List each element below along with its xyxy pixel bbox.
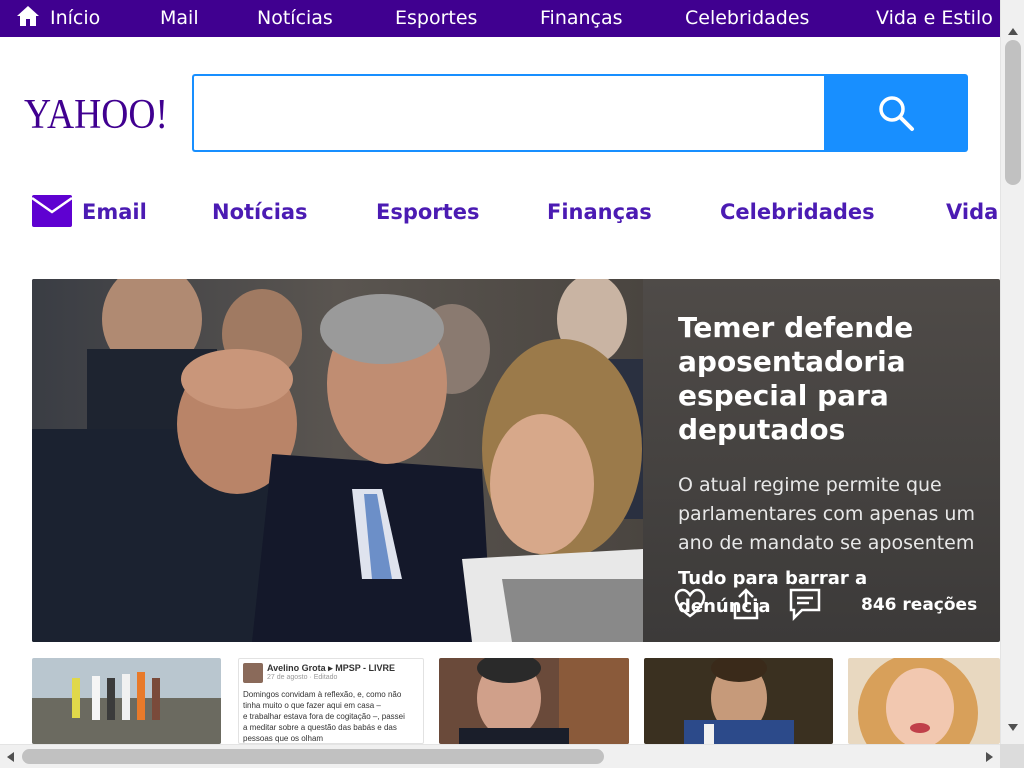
scrollbar-corner: [1000, 744, 1024, 768]
post-date: 27 de agosto · Editado: [267, 674, 338, 681]
hero-title-line: aposentadoria: [678, 345, 906, 378]
subnav-item-vida-estilo[interactable]: Vida e Estilo: [946, 190, 1000, 234]
hero-photo[interactable]: [32, 279, 643, 642]
scroll-right-arrow[interactable]: [986, 752, 993, 762]
hero-summary-line: parlamentares com apenas um: [678, 503, 975, 525]
post-body: Domingos convidam à reflexão, e, como nã…: [243, 689, 423, 743]
scroll-up-arrow[interactable]: [1008, 28, 1018, 35]
yahoo-logo[interactable]: YAHOO!: [24, 92, 170, 134]
hero-summary: O atual regime permite que parlamentares…: [678, 471, 1000, 558]
hero-text-panel: Temer defende aposentadoria especial par…: [643, 279, 1000, 642]
browser-viewport: Início Mail Notícias Esportes Finanças C…: [0, 0, 1024, 768]
home-icon[interactable]: [16, 5, 40, 27]
thumbnail-strip: Avelino Grota ▸ MPSP - LIVRE 27 de agost…: [32, 658, 1000, 744]
hero-summary-line: O atual regime permite que: [678, 474, 942, 496]
mail-icon[interactable]: [32, 195, 72, 227]
post-body-line: pessoas que os olham: [243, 734, 324, 743]
hero-title[interactable]: Temer defende aposentadoria especial par…: [678, 311, 998, 447]
thumbnail-story[interactable]: [848, 658, 1000, 744]
heart-icon[interactable]: [673, 587, 707, 621]
horizontal-scrollbar[interactable]: [0, 744, 1000, 768]
avatar: [243, 663, 263, 683]
search-input[interactable]: [194, 76, 826, 150]
hero-title-line: deputados: [678, 413, 846, 446]
scroll-down-arrow[interactable]: [1008, 724, 1018, 731]
search-icon: [879, 96, 914, 131]
share-icon[interactable]: [729, 587, 763, 621]
thumbnail-photo-group: [32, 658, 221, 744]
hero-photo-illustration: [32, 279, 643, 642]
top-nav-item-celebridades[interactable]: Celebridades: [685, 0, 809, 37]
thumbnail-photo-soccer: [644, 658, 833, 744]
thumbnail-story[interactable]: [644, 658, 833, 744]
hero-actions: 846 reações: [673, 587, 993, 623]
search-box: [192, 74, 826, 152]
subnav-item-esportes[interactable]: Esportes: [376, 190, 479, 234]
horizontal-scroll-thumb[interactable]: [22, 749, 604, 764]
post-body-line: Domingos convidam à reflexão, e, como nã…: [243, 690, 402, 699]
hero-title-line: Temer defende: [678, 311, 914, 344]
post-body-line: tinha muito o que fazer aqui em casa –: [243, 701, 381, 710]
top-nav-item-inicio[interactable]: Início: [50, 0, 100, 37]
top-nav-item-financas[interactable]: Finanças: [540, 0, 623, 37]
top-nav-item-vida-estilo[interactable]: Vida e Estilo: [876, 0, 993, 37]
top-nav-item-esportes[interactable]: Esportes: [395, 0, 477, 37]
subnav-item-email[interactable]: Email: [82, 190, 147, 234]
subnav-item-financas[interactable]: Finanças: [547, 190, 652, 234]
thumbnail-story[interactable]: [32, 658, 221, 744]
search-button[interactable]: [824, 74, 968, 152]
hero-summary-line: ano de mandato se aposentem: [678, 532, 975, 554]
thumbnail-photo-celebrity: [848, 658, 1000, 744]
post-body-line: a meditar sobre a questão das babás e da…: [243, 723, 397, 732]
top-nav-bar: Início Mail Notícias Esportes Finanças C…: [0, 0, 1000, 37]
hero-story[interactable]: Temer defende aposentadoria especial par…: [32, 279, 1000, 642]
subnav-item-noticias[interactable]: Notícias: [212, 190, 308, 234]
comment-icon[interactable]: [788, 587, 822, 621]
vertical-scrollbar[interactable]: [1000, 0, 1024, 744]
yahoo-logo-text: YAHOO!: [24, 92, 168, 134]
thumbnail-photo-politician: [439, 658, 629, 744]
reactions-count[interactable]: 846 reações: [861, 595, 977, 615]
vertical-scroll-thumb[interactable]: [1005, 40, 1021, 185]
scroll-left-arrow[interactable]: [7, 752, 14, 762]
hero-title-line: especial para: [678, 379, 889, 412]
top-nav-item-noticias[interactable]: Notícias: [257, 0, 333, 37]
thumbnail-story[interactable]: [439, 658, 629, 744]
top-nav-item-mail[interactable]: Mail: [160, 0, 199, 37]
post-body-line: e trabalhar estava fora de cogitação –, …: [243, 712, 405, 721]
thumbnail-social-post[interactable]: Avelino Grota ▸ MPSP - LIVRE 27 de agost…: [238, 658, 424, 744]
secondary-nav: Email Notícias Esportes Finanças Celebri…: [0, 190, 1000, 234]
post-author: Avelino Grota ▸ MPSP - LIVRE: [267, 663, 396, 673]
subnav-item-celebridades[interactable]: Celebridades: [720, 190, 875, 234]
